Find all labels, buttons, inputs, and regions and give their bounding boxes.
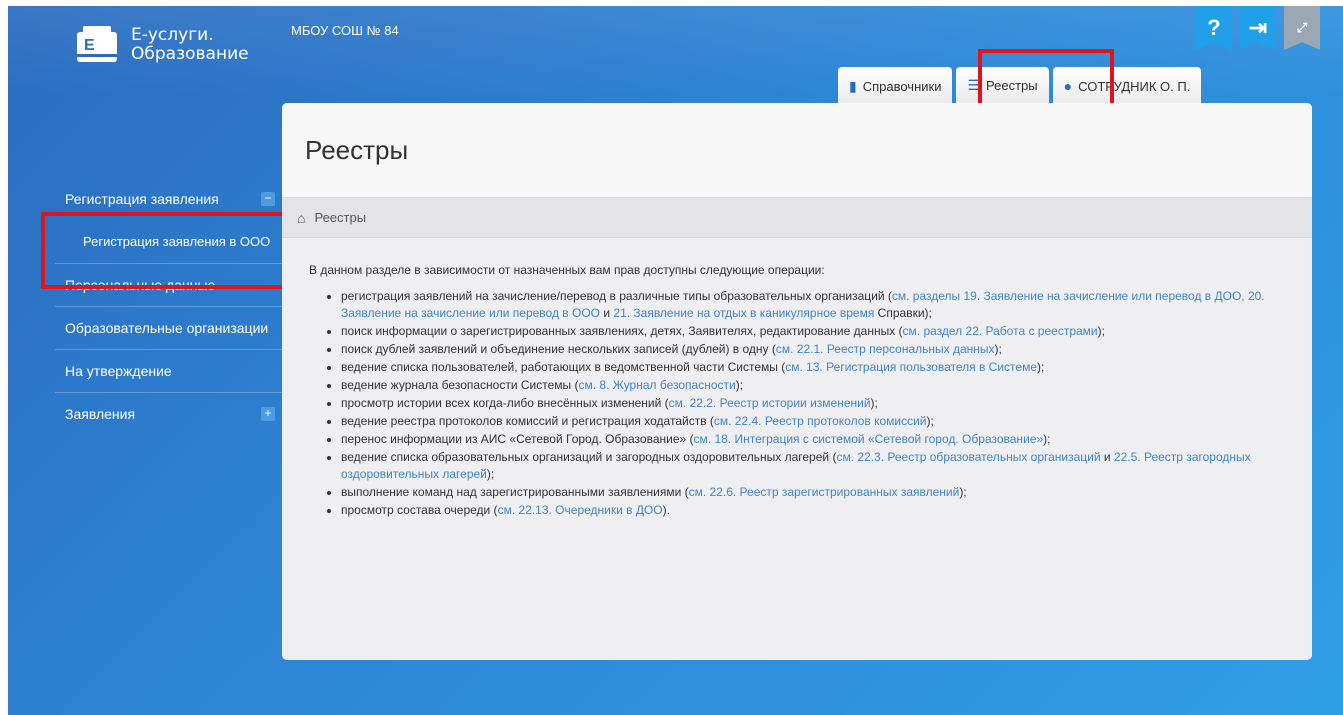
list-item-text: регистрация заявлений на зачисление/пере… [341,289,892,303]
tab-directories[interactable]: ▮ Справочники [838,67,953,105]
expand-icon[interactable]: + [261,407,275,421]
list-item-text: ведение реестра протоколов комиссий и ре… [341,414,714,428]
list-item-text: ); [959,485,967,499]
section-link[interactable]: см. 13. Регистрация пользователя в Систе… [785,360,1037,374]
list-item-text: ); [1097,324,1105,338]
content: В данном разделе в зависимости от назнач… [282,238,1312,519]
list-item-text: ); [994,342,1002,356]
sidebar-item-label: Образовательные организации [65,320,269,336]
list-item-text: выполнение команд над зарегистрированным… [341,485,689,499]
sidebar-item-applications[interactable]: Заявления + [55,393,285,435]
collapse-icon[interactable]: − [261,192,275,206]
list-item: ведение списка образовательных организац… [341,449,1284,483]
list-item-text: ); [486,467,495,481]
section-link[interactable]: см. 22.6. Реестр зарегистрированных заяв… [689,485,960,499]
section-link[interactable]: 21. Заявление на отдых в каникулярное вр… [613,306,874,320]
list-item: поиск дублей заявлений и объединение нес… [341,341,1284,358]
section-link[interactable]: см. 18. Интеграция с системой «Сетевой г… [694,432,1044,446]
list-item-text: ); [1037,360,1045,374]
logo-line-1: Е-услуги. [131,25,214,45]
list-item-text: Справки); [874,306,932,320]
home-icon[interactable]: ⌂ [297,210,305,226]
list-item: ведение реестра протоколов комиссий и ре… [341,413,1284,430]
sidebar-item-label: Заявления [65,406,136,422]
logo-icon: E [75,26,119,64]
list-item-text: перенос информации из АИС «Сетевой Город… [341,432,694,446]
section-link[interactable]: см. раздел 22. Работа с реестрами [903,324,1098,338]
section-link[interactable]: см. 22.2. Реестр истории изменений [669,396,871,410]
list-item: перенос информации из АИС «Сетевой Город… [341,431,1284,448]
list-item-text: поиск информации о зарегистрированных за… [341,324,903,338]
logo-line-2: Образование [131,44,249,64]
top-toolbar: ? ⇥ ⤢ [1196,6,1320,50]
highlight-box-sidebar [41,212,286,289]
sidebar-item-label: Регистрация заявления [65,191,219,207]
logo-text: Е-услуги. Образование [131,26,249,63]
list-item-text: ); [735,378,744,392]
intro-text: В данном разделе в зависимости от назнач… [309,263,825,277]
list-item-text: просмотр истории всех когда-либо внесённ… [341,396,669,410]
list-item: ведение списка пользователей, работающих… [341,359,1284,376]
breadcrumb: ⌂ Реестры [282,198,1312,238]
list-item-text: ). [662,503,670,517]
app-logo[interactable]: E Е-услуги. Образование [75,26,249,64]
list-item-text: ведение журнала безопасности Системы ( [341,378,579,392]
help-icon[interactable]: ? [1196,6,1232,50]
organization-name: МБОУ СОШ № 84 [291,23,399,38]
list-item-text: ведение списка пользователей, работающих… [341,360,786,374]
sidebar-item-label: На утверждение [65,363,172,379]
list-item: выполнение команд над зарегистрированным… [341,484,1284,501]
list-item-text: ); [926,414,934,428]
page-title: Реестры [282,103,1312,198]
list-item-text: ); [1043,432,1051,446]
section-link[interactable]: см. 8. Журнал безопасности [578,378,735,392]
section-link[interactable]: см. 22.13. Очередники в ДОО [498,503,663,517]
operations-list: регистрация заявлений на зачисление/пере… [309,288,1284,519]
list-item: поиск информации о зарегистрированных за… [341,323,1284,340]
section-link[interactable]: см. 22.1. Реестр персональных данных [776,342,995,356]
section-link[interactable]: см. 22.4. Реестр протоколов комиссий [714,414,927,428]
list-item-text: ведение списка образовательных организац… [341,450,837,464]
list-item-text: просмотр состава очереди ( [341,503,498,517]
list-item-text: поиск дублей заявлений и объединение нес… [341,342,776,356]
list-item-text: и [600,306,614,320]
section-link[interactable]: см. 22.3. Реестр образовательных организ… [836,450,1100,464]
sidebar-item-approval[interactable]: На утверждение [55,350,285,393]
list-item-text: и [1100,450,1114,464]
list-item: просмотр состава очереди (см. 22.13. Оче… [341,502,1284,519]
app-window: E Е-услуги. Образование МБОУ СОШ № 84 ? … [8,6,1343,715]
logout-icon[interactable]: ⇥ [1240,6,1276,50]
list-item-text: ); [870,396,878,410]
breadcrumb-current: Реестры [314,210,367,225]
list-item: ведение журнала безопасности Системы (см… [341,377,1284,394]
book-icon: ▮ [849,77,857,94]
main-panel: Реестры ⌂ Реестры В данном разделе в зав… [282,103,1312,660]
list-item: регистрация заявлений на зачисление/пере… [341,288,1284,322]
fullscreen-icon[interactable]: ⤢ [1284,6,1320,50]
tab-label: Справочники [862,78,942,94]
list-item: просмотр истории всех когда-либо внесённ… [341,395,1284,412]
sidebar-item-organizations[interactable]: Образовательные организации [55,307,285,350]
